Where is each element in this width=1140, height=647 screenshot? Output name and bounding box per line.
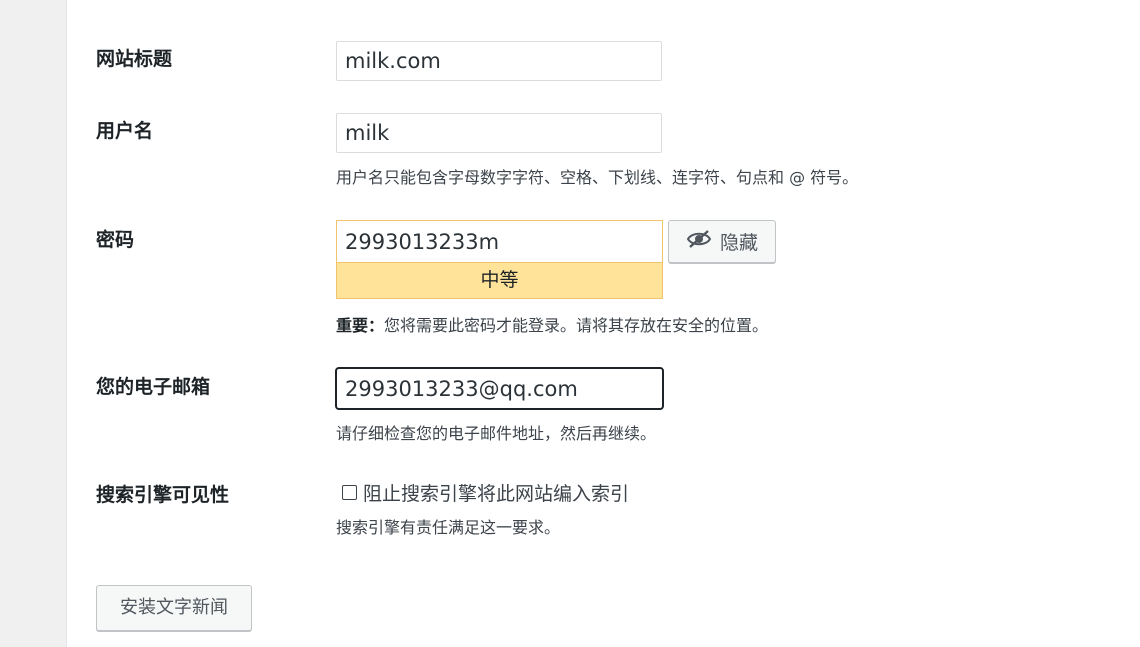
install-button[interactable]: 安装文字新闻 [96,585,252,631]
eye-slash-icon [686,229,712,254]
password-note-text: 您将需要此密码才能登录。请将其存放在安全的位置。 [384,316,769,335]
hide-password-button[interactable]: 隐藏 [668,220,776,263]
username-description: 用户名只能包含字母数字字符、空格、下划线、连字符、句点和 @ 符号。 [336,168,859,187]
site-title-input[interactable] [336,41,662,81]
discourage-search-checkbox-label: 阻止搜索引擎将此网站编入索引 [363,483,630,505]
password-note: 重要：您将需要此密码才能登录。请将其存放在安全的位置。 [336,312,768,336]
email-input[interactable] [335,367,664,410]
username-label: 用户名 [96,120,154,142]
password-strength-indicator: 中等 [336,262,663,299]
search-visibility-description: 搜索引擎有责任满足这一要求。 [336,518,561,537]
password-label: 密码 [96,229,135,251]
email-label: 您的电子邮箱 [96,376,211,398]
email-description: 请仔细检查您的电子邮件地址，然后再继续。 [336,424,657,443]
search-visibility-option[interactable]: 阻止搜索引擎将此网站编入索引 [342,479,629,506]
password-input[interactable] [336,220,663,262]
password-note-important: 重要： [336,316,385,335]
discourage-search-checkbox[interactable] [342,485,357,500]
search-visibility-label: 搜索引擎可见性 [96,484,230,506]
hide-button-label: 隐藏 [719,232,758,254]
site-title-label: 网站标题 [96,48,173,70]
username-input[interactable] [336,113,662,153]
